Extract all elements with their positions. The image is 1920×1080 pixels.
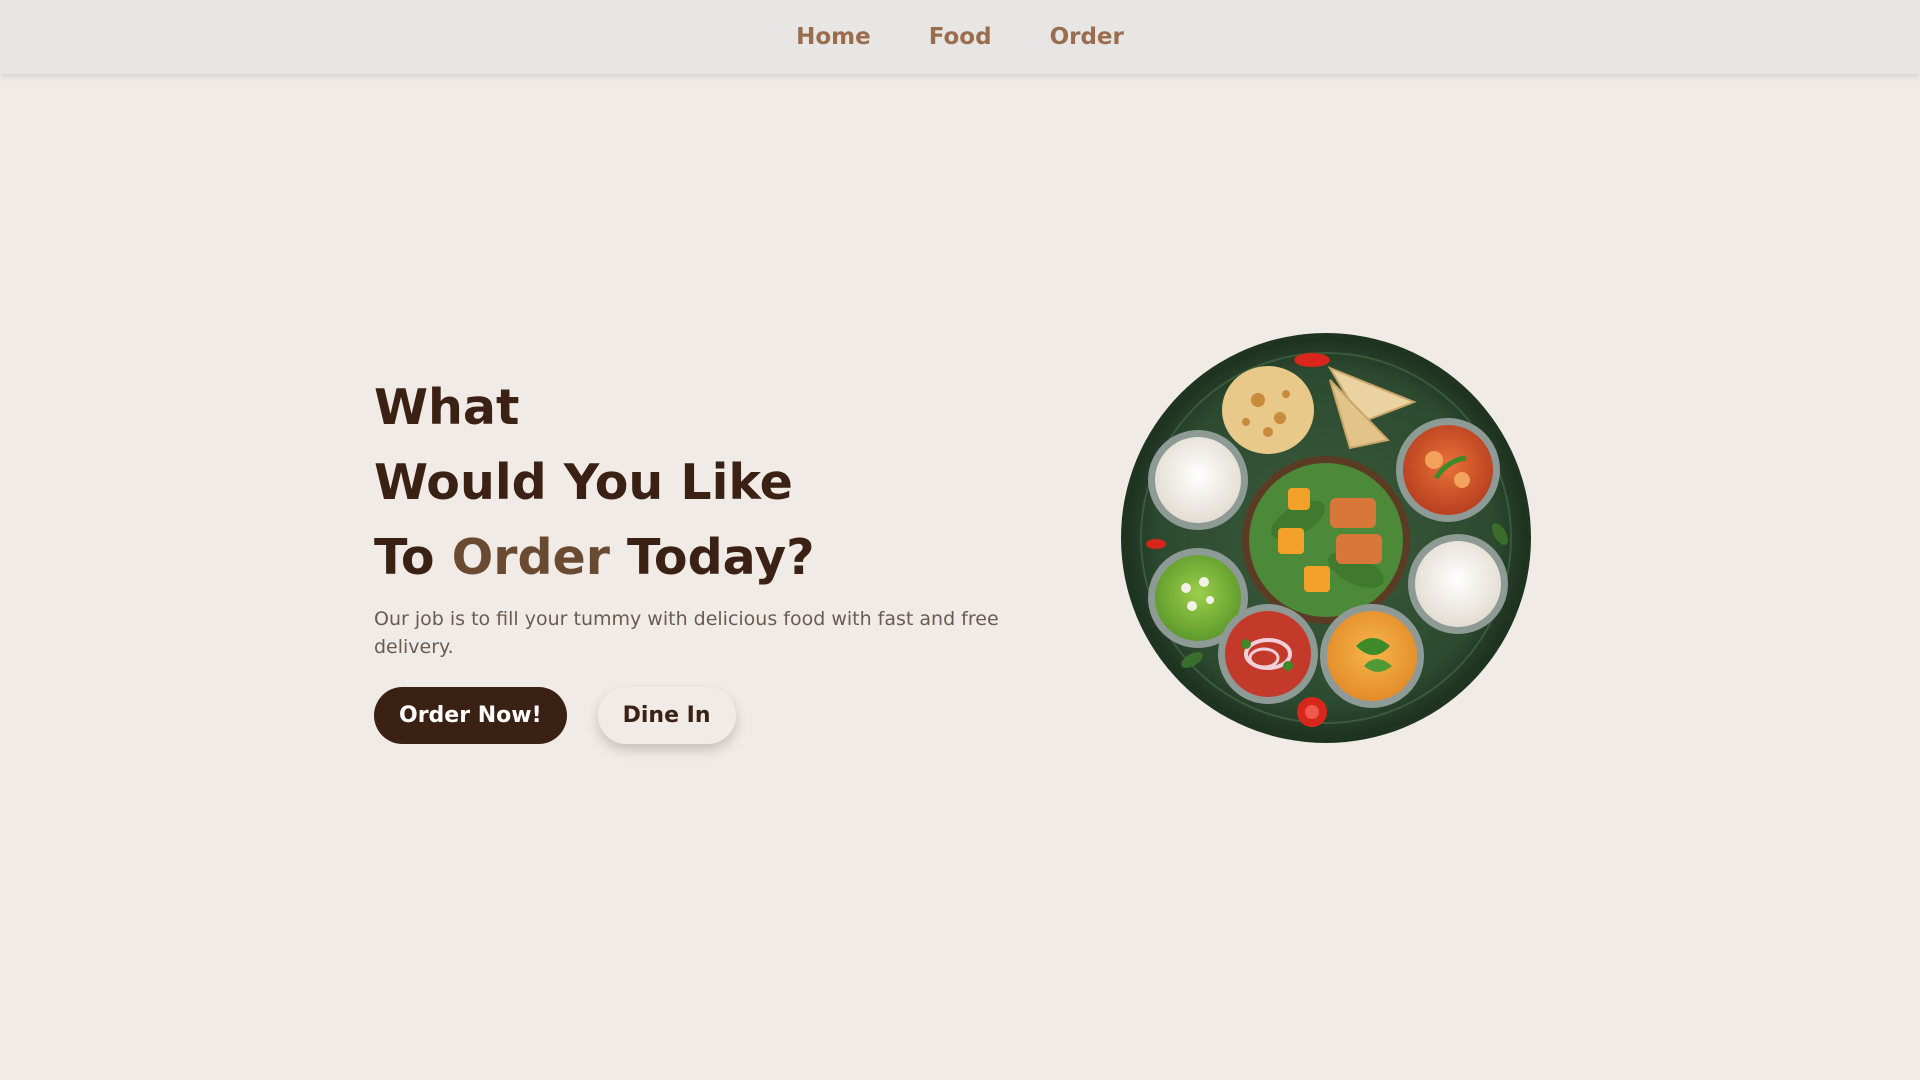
- food-plate-image: [1118, 330, 1534, 746]
- hero-heading-line-3-suffix: Today?: [609, 529, 815, 586]
- hero-buttons: Order Now! Dine In: [374, 687, 1074, 744]
- nav-link-food[interactable]: Food: [929, 24, 992, 50]
- hero-heading: What Would You Like To Order Today?: [374, 370, 1074, 595]
- hero-heading-accent: Order: [451, 529, 610, 586]
- food-plate-thali-icon: [1121, 333, 1531, 743]
- hero-section: What Would You Like To Order Today? Our …: [374, 370, 1074, 744]
- hero-tagline: Our job is to fill your tummy with delic…: [374, 608, 999, 658]
- nav-link-order[interactable]: Order: [1050, 24, 1124, 50]
- top-navbar: Home Food Order: [0, 0, 1920, 74]
- order-now-button[interactable]: Order Now!: [374, 687, 567, 744]
- nav-link-home[interactable]: Home: [796, 24, 871, 50]
- hero-heading-line-3-prefix: To: [374, 529, 452, 586]
- hero-heading-line-1: What: [374, 379, 520, 436]
- dine-in-button[interactable]: Dine In: [597, 687, 736, 744]
- hero-heading-line-2: Would You Like: [374, 454, 793, 511]
